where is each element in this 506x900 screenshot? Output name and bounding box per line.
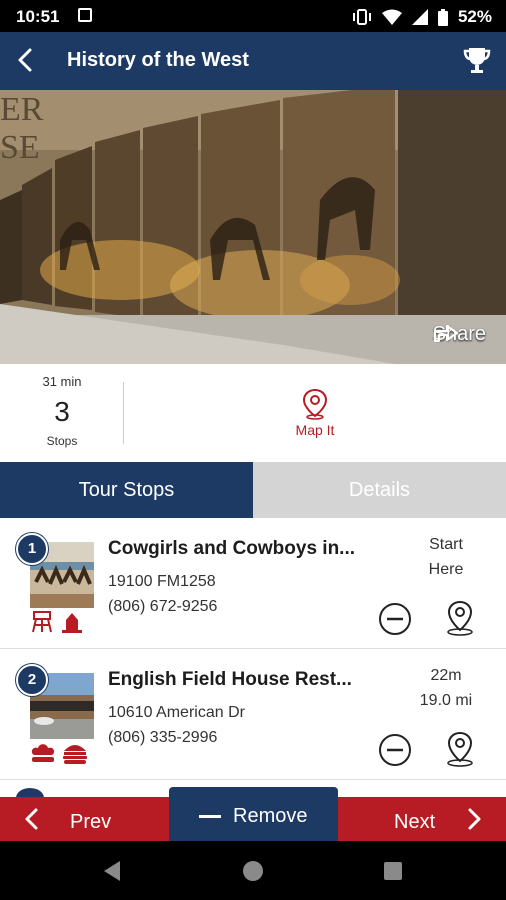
stop-distance: 22m 19.0 mi bbox=[419, 667, 473, 709]
nav-recents-icon[interactable] bbox=[382, 860, 404, 882]
navigate-pin-icon[interactable] bbox=[441, 730, 479, 770]
remove-stop-icon[interactable] bbox=[378, 602, 412, 636]
map-pin-icon bbox=[302, 388, 328, 420]
trophy-icon[interactable] bbox=[462, 44, 492, 76]
share-icon bbox=[433, 325, 458, 342]
chevron-right-icon bbox=[468, 808, 481, 830]
list-item[interactable]: 2 English Field House Rest... 10610 Amer… bbox=[0, 649, 506, 780]
stops-label: Stops bbox=[46, 434, 78, 448]
remove-stop-icon[interactable] bbox=[378, 733, 412, 767]
map-it-button[interactable]: Map It bbox=[124, 388, 506, 438]
battery-icon bbox=[437, 8, 448, 26]
tour-duration: 31 min bbox=[42, 374, 82, 389]
map-it-label: Map It bbox=[295, 422, 335, 438]
status-bar: 10:51 52% bbox=[0, 0, 506, 32]
signal-icon bbox=[411, 9, 428, 25]
wifi-icon bbox=[381, 9, 402, 25]
stop-count: 3 bbox=[54, 396, 70, 427]
system-nav-bar bbox=[0, 841, 506, 900]
vibrate-icon bbox=[352, 9, 371, 25]
stop-address: 19100 FM1258 bbox=[108, 573, 216, 590]
tour-hero-image: ER SE Share bbox=[0, 90, 506, 364]
stop-phone[interactable]: (806) 672-9256 bbox=[108, 598, 217, 616]
stop-number-badge: 2 bbox=[16, 664, 48, 696]
next-button[interactable]: Next bbox=[338, 797, 506, 841]
battery-percent: 52% bbox=[457, 7, 492, 26]
remove-label: Remove bbox=[233, 805, 308, 827]
hero-photo: ER SE bbox=[0, 90, 506, 364]
prev-label: Prev bbox=[70, 811, 112, 833]
stop-number-badge: 1 bbox=[16, 533, 48, 565]
stop-name: English Field House Rest... bbox=[108, 669, 352, 690]
tab-bar: Tour Stops Details bbox=[0, 462, 506, 518]
gallery-notification-icon bbox=[78, 8, 92, 22]
tab-tour-stops[interactable]: Tour Stops bbox=[0, 462, 253, 518]
prev-button[interactable]: Prev bbox=[0, 797, 169, 841]
tab-details[interactable]: Details bbox=[253, 462, 506, 518]
svg-text:ER: ER bbox=[0, 91, 44, 128]
list-item[interactable]: 1 Cowgirls and Cowboys in... 19100 FM125… bbox=[0, 518, 506, 649]
clock: 10:51 bbox=[16, 7, 60, 26]
tour-summary: 31 min 3 Stops Map It bbox=[0, 364, 506, 462]
stop-name: Cowgirls and Cowboys in... bbox=[108, 538, 356, 559]
monument-icon bbox=[62, 613, 82, 633]
share-button[interactable]: Share bbox=[433, 323, 486, 346]
water-tower-icon bbox=[32, 611, 52, 633]
app-bar: History of the West bbox=[0, 32, 506, 90]
stop-address: 10610 American Dr bbox=[108, 704, 245, 721]
page-title: History of the West bbox=[67, 49, 249, 71]
next-label: Next bbox=[394, 811, 436, 833]
chevron-left-icon bbox=[25, 808, 38, 830]
chef-hat-icon bbox=[31, 744, 55, 762]
back-arrow-icon[interactable] bbox=[10, 44, 42, 76]
burger-icon bbox=[63, 745, 87, 764]
nav-back-icon[interactable] bbox=[100, 859, 124, 883]
stop-phone[interactable]: (806) 335-2996 bbox=[108, 729, 217, 747]
nav-home-icon[interactable] bbox=[240, 858, 266, 884]
minus-icon bbox=[199, 815, 221, 818]
remove-button[interactable]: Remove bbox=[169, 787, 338, 841]
svg-text:SE: SE bbox=[0, 129, 40, 166]
bottom-action-bar: Prev Remove Next bbox=[0, 787, 506, 841]
navigate-pin-icon[interactable] bbox=[441, 599, 479, 639]
stop-distance: Start Here bbox=[428, 536, 464, 578]
